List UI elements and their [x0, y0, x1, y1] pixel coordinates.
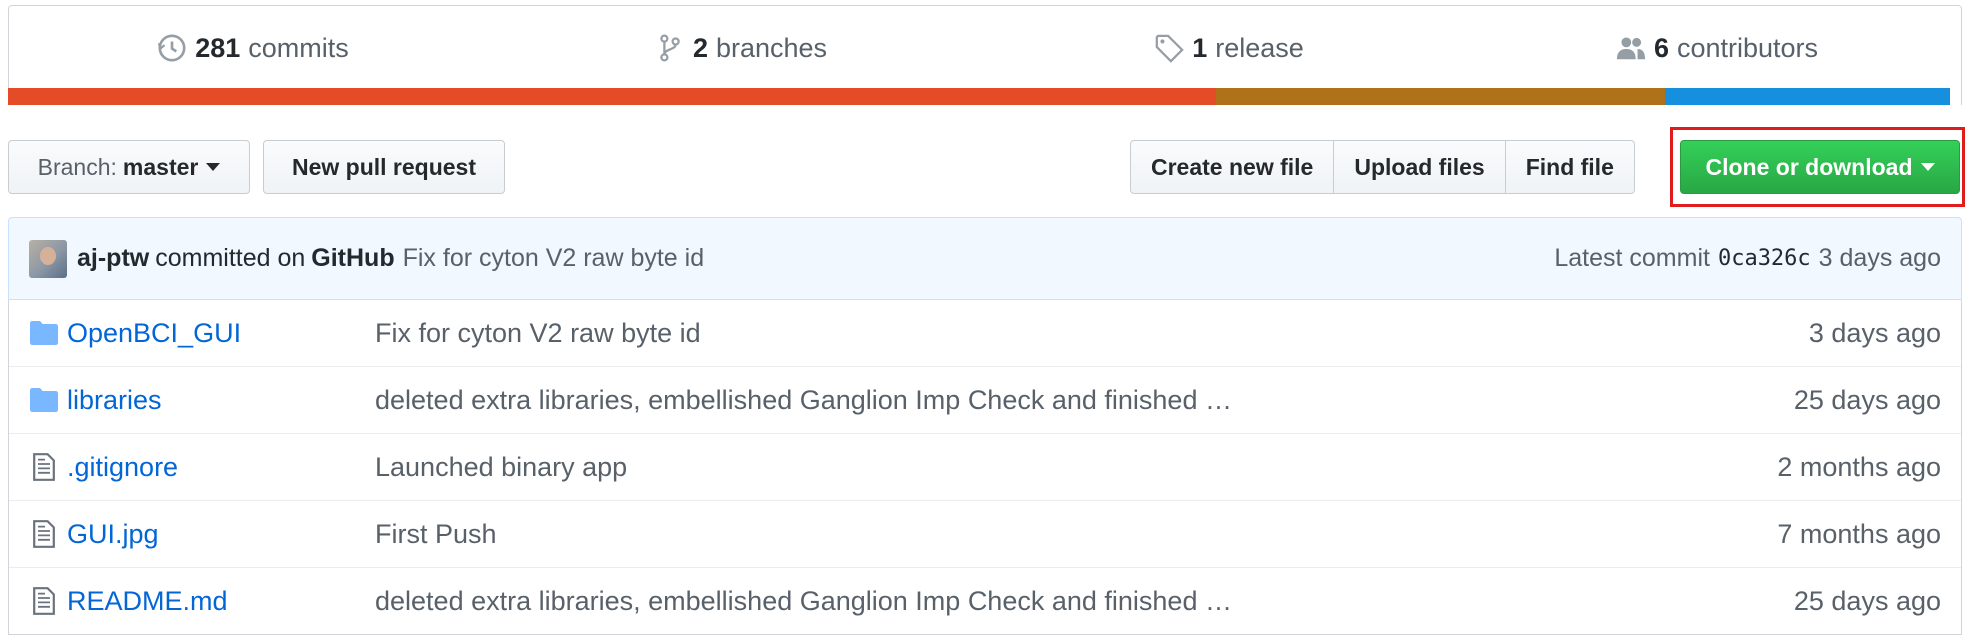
language-segment[interactable] [1664, 88, 1951, 105]
commit-platform: GitHub [311, 244, 395, 272]
contributors-label: contributors [1676, 32, 1819, 63]
branches-count: 2 [692, 32, 708, 63]
clone-label: Clone or download [1705, 153, 1913, 180]
file-row: README.md deleted extra libraries, embel… [9, 567, 1961, 634]
git-branch-icon [660, 34, 680, 62]
contributors-link[interactable]: 6 contributors [1473, 33, 1961, 64]
commit-action: committed on [155, 244, 306, 272]
file-name[interactable]: OpenBCI_GUI [67, 318, 241, 349]
file-commit-message[interactable]: Fix for cyton V2 raw byte id [375, 318, 701, 349]
file-list: OpenBCI_GUI Fix for cyton V2 raw byte id… [8, 300, 1962, 635]
file-text-icon [29, 452, 59, 482]
releases-count: 1 [1192, 32, 1208, 63]
commit-age: 3 days ago [1818, 244, 1941, 272]
find-file-button[interactable]: Find file [1504, 140, 1635, 194]
file-name[interactable]: .gitignore [67, 452, 178, 483]
language-bar[interactable] [8, 88, 1962, 105]
branch-label: Branch: [37, 153, 117, 180]
file-age: 25 days ago [1793, 585, 1941, 616]
tag-icon [1155, 34, 1184, 63]
releases-link[interactable]: 1 release [985, 33, 1473, 64]
commits-link[interactable]: 281 commits [9, 33, 497, 64]
folder-icon [29, 385, 59, 415]
branch-name: master [122, 153, 199, 180]
branches-label: branches [715, 32, 828, 63]
commit-author[interactable]: aj-ptw [77, 244, 149, 273]
latest-commit-info: Latest commit 0ca326c 3 days ago [1554, 244, 1941, 273]
avatar[interactable] [29, 239, 67, 278]
history-icon [158, 34, 186, 62]
commits-label: commits [248, 32, 349, 63]
latest-commit-label: Latest commit [1554, 244, 1710, 272]
contributors-count: 6 [1653, 32, 1669, 63]
file-text-icon [29, 586, 59, 616]
file-commit-message[interactable]: First Push [375, 519, 497, 550]
file-name[interactable]: README.md [67, 586, 228, 617]
releases-label: release [1215, 32, 1304, 63]
people-icon [1616, 37, 1645, 60]
new-pull-request-button[interactable]: New pull request [263, 140, 505, 194]
dropdown-caret-icon [206, 163, 221, 171]
file-age: 7 months ago [1777, 518, 1941, 549]
file-row: GUI.jpg First Push 7 months ago [9, 500, 1961, 567]
language-segment[interactable] [1215, 88, 1665, 105]
branches-link[interactable]: 2 branches [497, 33, 985, 64]
latest-commit-bar: aj-ptw committed on GitHub Fix for cyton… [8, 217, 1962, 300]
file-row: .gitignore Launched binary app 2 months … [9, 433, 1961, 500]
commit-message[interactable]: Fix for cyton V2 raw byte id [403, 244, 705, 273]
commits-count: 281 [195, 32, 241, 63]
dropdown-caret-icon [1920, 163, 1935, 171]
upload-files-button[interactable]: Upload files [1333, 140, 1506, 194]
file-commit-message[interactable]: deleted extra libraries, embellished Gan… [375, 385, 1232, 416]
file-age: 3 days ago [1808, 317, 1941, 348]
file-row: libraries deleted extra libraries, embel… [9, 366, 1961, 433]
commit-sha[interactable]: 0ca326c [1718, 246, 1811, 271]
file-commit-message[interactable]: Launched binary app [375, 452, 627, 483]
branch-select-button[interactable]: Branch: master [8, 140, 250, 194]
file-age: 2 months ago [1777, 451, 1941, 482]
folder-icon [29, 318, 59, 348]
repo-summary: 281 commits 2 branches 1 release 6 contr… [8, 5, 1962, 105]
file-text-icon [29, 519, 59, 549]
language-segment[interactable] [8, 88, 1216, 105]
file-row: OpenBCI_GUI Fix for cyton V2 raw byte id… [9, 300, 1961, 366]
file-name[interactable]: libraries [67, 385, 162, 416]
create-new-file-button[interactable]: Create new file [1130, 140, 1335, 194]
file-actions-group: Create new file Upload files Find file [1130, 140, 1635, 194]
clone-or-download-button[interactable]: Clone or download [1680, 140, 1960, 194]
file-age: 25 days ago [1793, 384, 1941, 415]
file-commit-message[interactable]: deleted extra libraries, embellished Gan… [375, 586, 1232, 617]
file-name[interactable]: GUI.jpg [67, 519, 159, 550]
